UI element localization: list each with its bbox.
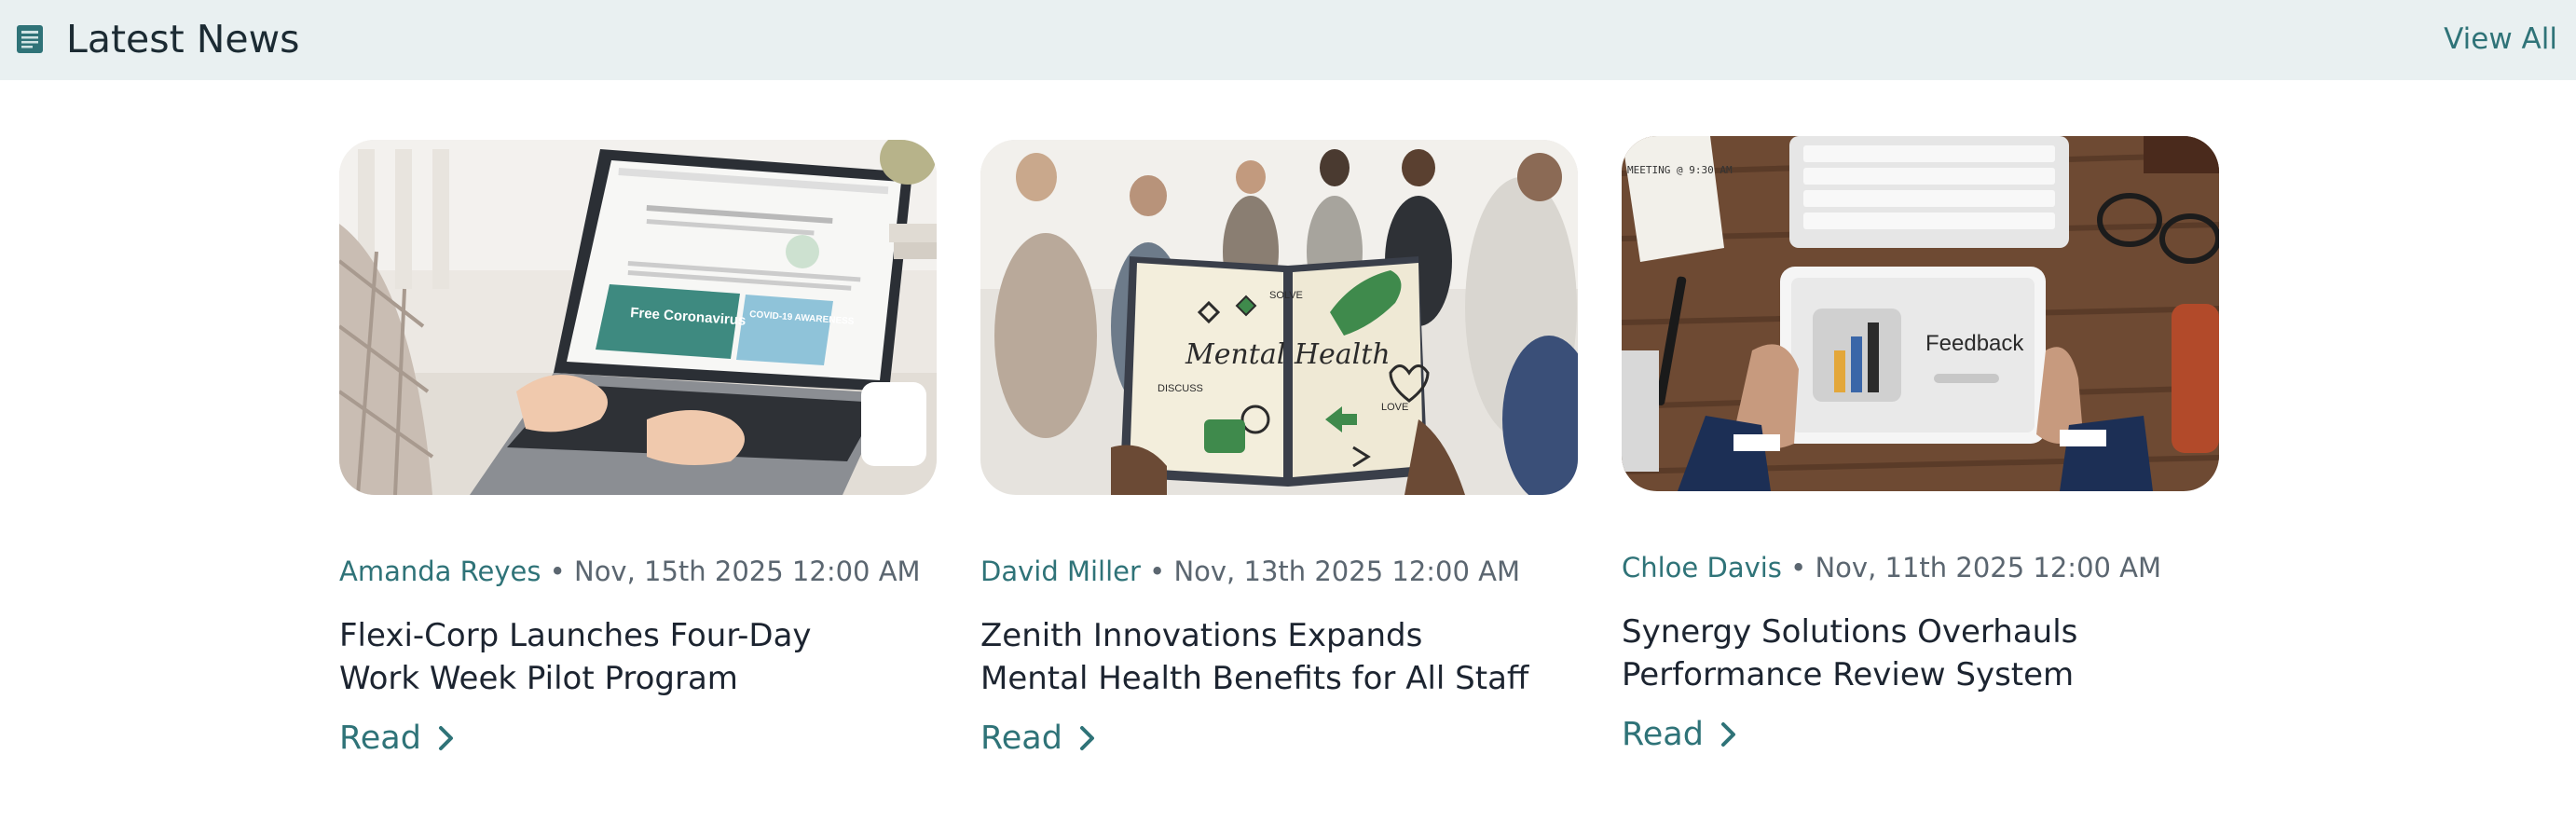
article-title[interactable]: Synergy Solutions Overhauls Performance …	[1622, 611, 2181, 696]
svg-text:DISCUSS: DISCUSS	[1158, 383, 1203, 394]
meta-separator: •	[1149, 556, 1166, 587]
author-name: David Miller	[980, 556, 1141, 587]
svg-text:Feedback: Feedback	[1925, 331, 2024, 356]
read-label: Read	[339, 720, 421, 757]
read-link[interactable]: Read	[980, 718, 1096, 759]
news-card[interactable]: Free Coronavirus COVID-19 AWARENESS Aman…	[339, 140, 937, 757]
author-name: Chloe Davis	[1622, 552, 1782, 583]
meta-separator: •	[549, 556, 566, 587]
news-card[interactable]: MEETING @ 9:30 AM Feedback Chloe Davis •…	[1622, 136, 2219, 753]
article-image[interactable]: Mental Health SOLVE DISCUSS LOVE	[980, 140, 1578, 495]
read-label: Read	[980, 720, 1062, 757]
publish-date: Nov, 15th 2025 12:00 AM	[574, 556, 921, 587]
svg-text:LOVE: LOVE	[1381, 402, 1408, 413]
section-title: Latest News	[66, 17, 300, 62]
newspaper-icon	[17, 25, 43, 53]
news-card[interactable]: Mental Health SOLVE DISCUSS LOVE David M…	[980, 140, 1578, 757]
svg-text:MEETING @ 9:30 AM: MEETING @ 9:30 AM	[1627, 164, 1733, 176]
article-meta: Chloe Davis • Nov, 11th 2025 12:00 AM	[1622, 550, 2161, 585]
read-link[interactable]: Read	[339, 718, 455, 759]
chevron-right-icon	[1079, 726, 1094, 750]
publish-date: Nov, 13th 2025 12:00 AM	[1173, 556, 1521, 587]
section-header: Latest News View All	[0, 0, 2576, 80]
article-image[interactable]: MEETING @ 9:30 AM Feedback	[1622, 136, 2219, 491]
svg-text:Mental Health: Mental Health	[1185, 338, 1391, 371]
article-title[interactable]: Zenith Innovations Expands Mental Health…	[980, 614, 1540, 700]
article-image[interactable]: Free Coronavirus COVID-19 AWARENESS	[339, 140, 937, 495]
article-title[interactable]: Flexi-Corp Launches Four-Day Work Week P…	[339, 614, 898, 700]
chevron-right-icon	[1720, 722, 1735, 747]
meta-separator: •	[1790, 552, 1807, 583]
article-meta: Amanda Reyes • Nov, 15th 2025 12:00 AM	[339, 554, 921, 589]
chevron-right-icon	[438, 726, 453, 750]
read-label: Read	[1622, 716, 1704, 753]
svg-text:SOLVE: SOLVE	[1269, 290, 1303, 301]
publish-date: Nov, 11th 2025 12:00 AM	[1815, 552, 2162, 583]
article-meta: David Miller • Nov, 13th 2025 12:00 AM	[980, 554, 1520, 589]
author-name: Amanda Reyes	[339, 556, 541, 587]
view-all-link[interactable]: View All	[2444, 21, 2557, 58]
read-link[interactable]: Read	[1622, 714, 1737, 755]
